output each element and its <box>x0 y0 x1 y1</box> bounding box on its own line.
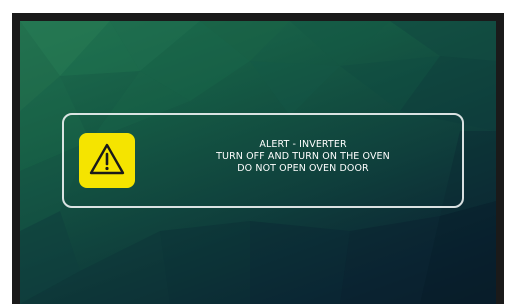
display-screen: ALERT - INVERTER TURN OFF AND TURN ON TH… <box>20 21 496 304</box>
warning-tile <box>79 133 135 188</box>
alert-title: ALERT - INVERTER <box>259 139 347 150</box>
alert-line-1: TURN OFF AND TURN ON THE OVEN <box>216 151 390 162</box>
alert-line-2: DO NOT OPEN OVEN DOOR <box>237 163 369 174</box>
device-frame: ALERT - INVERTER TURN OFF AND TURN ON TH… <box>12 13 504 304</box>
alert-panel: ALERT - INVERTER TURN OFF AND TURN ON TH… <box>62 113 464 208</box>
alert-message: ALERT - INVERTER TURN OFF AND TURN ON TH… <box>144 139 462 175</box>
warning-triangle-icon <box>79 133 135 188</box>
